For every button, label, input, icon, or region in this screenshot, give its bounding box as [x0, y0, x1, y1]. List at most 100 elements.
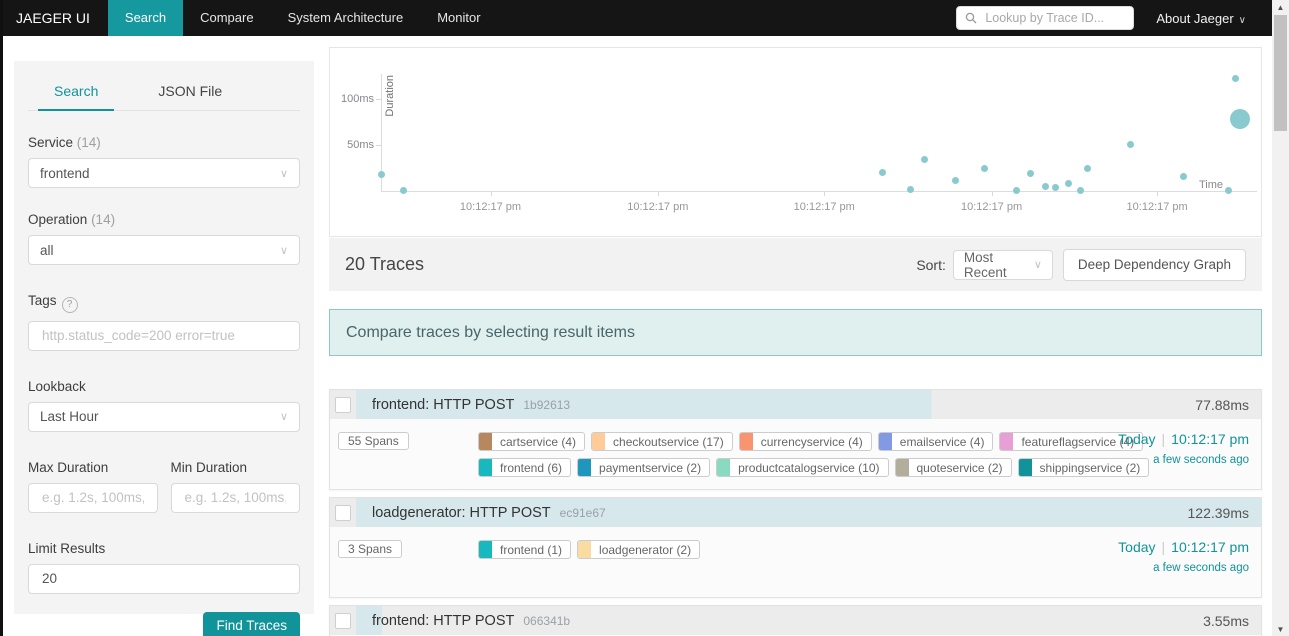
sort-select[interactable]: Most Recent ∨: [952, 249, 1053, 280]
scatter-point[interactable]: [879, 169, 887, 177]
trace-title: frontend: HTTP POST: [372, 612, 515, 629]
max-duration-input[interactable]: [40, 489, 146, 506]
service-tags-column: cartservice (4) checkoutservice (17) curre…: [478, 430, 1150, 477]
trace-id: ec91e67: [559, 505, 606, 520]
service-color-swatch: [479, 433, 492, 450]
service-tag-chip: paymentservice (2): [577, 458, 711, 477]
scroll-down-icon[interactable]: ▼: [1272, 622, 1289, 636]
scatter-point[interactable]: [1127, 140, 1135, 148]
chevron-down-icon: ∨: [279, 167, 288, 180]
trace-row-header[interactable]: frontend: HTTP POST 1b92613 77.88ms: [330, 390, 1261, 419]
trace-duration-bar[interactable]: frontend: HTTP POST 1b92613 77.88ms: [356, 390, 1261, 419]
trace-duration-bar[interactable]: frontend: HTTP POST 066341b 3.55ms: [356, 606, 1261, 635]
service-color-swatch: [739, 433, 753, 450]
jaeger-search-page: JAEGER UI Search Compare System Architec…: [0, 0, 1289, 636]
scatter-point[interactable]: [1052, 183, 1060, 191]
scatter-point[interactable]: [377, 170, 385, 178]
scatter-plot[interactable]: [377, 48, 1257, 194]
scatter-point[interactable]: [952, 177, 960, 185]
scatter-point[interactable]: [400, 186, 408, 194]
service-tag-label: frontend (1): [500, 542, 563, 557]
checkbox-cell: [330, 498, 356, 527]
service-tag-label: checkoutservice (17): [613, 434, 724, 449]
trace-time: 10:12:17 pm: [1171, 431, 1249, 447]
help-icon[interactable]: ?: [61, 296, 78, 313]
trace-date-time: Today | 10:12:17 pm: [1099, 431, 1249, 447]
duration-scatter-panel: Duration Time 50ms 100ms 10:12:17 pm 10:12:…: [329, 47, 1262, 237]
service-color-swatch: [479, 459, 492, 476]
scatter-point[interactable]: [1179, 172, 1187, 180]
scatter-point[interactable]: [1012, 186, 1020, 194]
service-tag-label: frontend (6): [500, 460, 563, 475]
trace-result-row: frontend: HTTP POST 066341b 3.55ms: [329, 605, 1262, 636]
service-color-swatch: [578, 541, 592, 558]
scatter-point[interactable]: [1230, 109, 1251, 130]
operation-select[interactable]: all ∨: [28, 235, 300, 265]
service-color-swatch: [878, 433, 892, 450]
compare-banner: Compare traces by selecting result items: [329, 309, 1262, 356]
x-axis-label: Time: [1198, 179, 1223, 191]
trace-select-checkbox[interactable]: [335, 504, 351, 521]
deep-dependency-graph-button[interactable]: Deep Dependency Graph: [1062, 248, 1246, 281]
nav-item-system-architecture[interactable]: System Architecture: [271, 0, 421, 36]
scroll-up-icon[interactable]: ▲: [1272, 0, 1289, 14]
find-traces-button[interactable]: Find Traces: [203, 611, 300, 636]
x-tick-mark: [657, 191, 659, 196]
scatter-point[interactable]: [1083, 164, 1091, 172]
scatter-point[interactable]: [1065, 180, 1073, 188]
trace-duration: 77.88ms: [1195, 396, 1249, 413]
scatter-point[interactable]: [1042, 182, 1050, 190]
window-scrollbar[interactable]: ▲ ▼: [1272, 0, 1289, 636]
nav-item-search[interactable]: Search: [107, 0, 184, 36]
chevron-down-icon: ∨: [279, 411, 288, 423]
trace-row-body: 3 Spans frontend (1) loadgenerator (2) Toda…: [330, 527, 1261, 597]
scatter-point[interactable]: [981, 165, 989, 173]
limit-results-input[interactable]: [40, 570, 288, 587]
lookback-select[interactable]: Last Hour ∨: [28, 401, 300, 432]
about-jaeger-menu[interactable]: About Jaeger ∨: [1156, 11, 1246, 26]
service-color-swatch: [578, 459, 592, 476]
service-tag-line: frontend (6) paymentservice (2) productcat…: [478, 458, 1150, 477]
trace-id: 066341b: [523, 613, 571, 628]
chevron-down-icon: ∨: [1238, 14, 1246, 26]
scatter-point[interactable]: [1231, 74, 1239, 82]
tab-json-file[interactable]: JSON File: [142, 74, 238, 110]
trace-result-row: frontend: HTTP POST 1b92613 77.88ms 55 Span…: [329, 389, 1262, 490]
trace-time-column: Today | 10:12:17 pm a few seconds ago: [1099, 538, 1249, 574]
scatter-point[interactable]: [1026, 170, 1034, 178]
trace-select-checkbox[interactable]: [335, 396, 351, 413]
trace-count: 20 Traces: [345, 254, 425, 274]
trace-date-time: Today | 10:12:17 pm: [1099, 539, 1249, 555]
x-tick-mark: [824, 191, 826, 196]
x-tick-label: 10:12:17 pm: [793, 201, 855, 213]
trace-duration-bar[interactable]: loadgenerator: HTTP POST ec91e67 122.39ms: [356, 498, 1261, 527]
jaeger-logo: JAEGER UI: [16, 10, 90, 26]
trace-id-search-box[interactable]: [956, 6, 1135, 30]
scatter-point[interactable]: [1224, 186, 1232, 194]
checkbox-cell: [330, 606, 356, 635]
y-tick-mark: [376, 145, 381, 146]
scatter-point[interactable]: [1077, 186, 1085, 194]
min-duration-input[interactable]: [182, 489, 288, 506]
operation-count: (14): [91, 212, 116, 227]
service-tag-chip: checkoutservice (17): [591, 432, 733, 451]
trace-time: 10:12:17 pm: [1171, 539, 1249, 555]
trace-row-header[interactable]: frontend: HTTP POST 066341b 3.55ms: [330, 606, 1261, 635]
tags-input[interactable]: [40, 327, 288, 344]
trace-id-search-input[interactable]: [983, 10, 1126, 26]
nav-item-monitor[interactable]: Monitor: [420, 0, 497, 36]
scatter-point[interactable]: [920, 156, 928, 164]
service-tag-chip: emailservice (4): [877, 432, 994, 451]
date-time-separator: |: [1161, 539, 1166, 555]
scrollbar-thumb[interactable]: [1274, 15, 1287, 131]
trace-time-column: Today | 10:12:17 pm a few seconds ago: [1099, 430, 1249, 466]
trace-row-header[interactable]: loadgenerator: HTTP POST ec91e67 122.39ms: [330, 498, 1261, 527]
service-select[interactable]: frontend ∨: [28, 158, 300, 188]
tags-field: [28, 320, 300, 351]
trace-relative-time: a few seconds ago: [1153, 454, 1249, 466]
x-tick-mark: [1157, 191, 1159, 196]
tab-search[interactable]: Search: [38, 74, 115, 111]
service-tag-chip: frontend (1): [478, 540, 572, 559]
nav-item-compare[interactable]: Compare: [183, 0, 270, 36]
trace-select-checkbox[interactable]: [335, 612, 351, 629]
